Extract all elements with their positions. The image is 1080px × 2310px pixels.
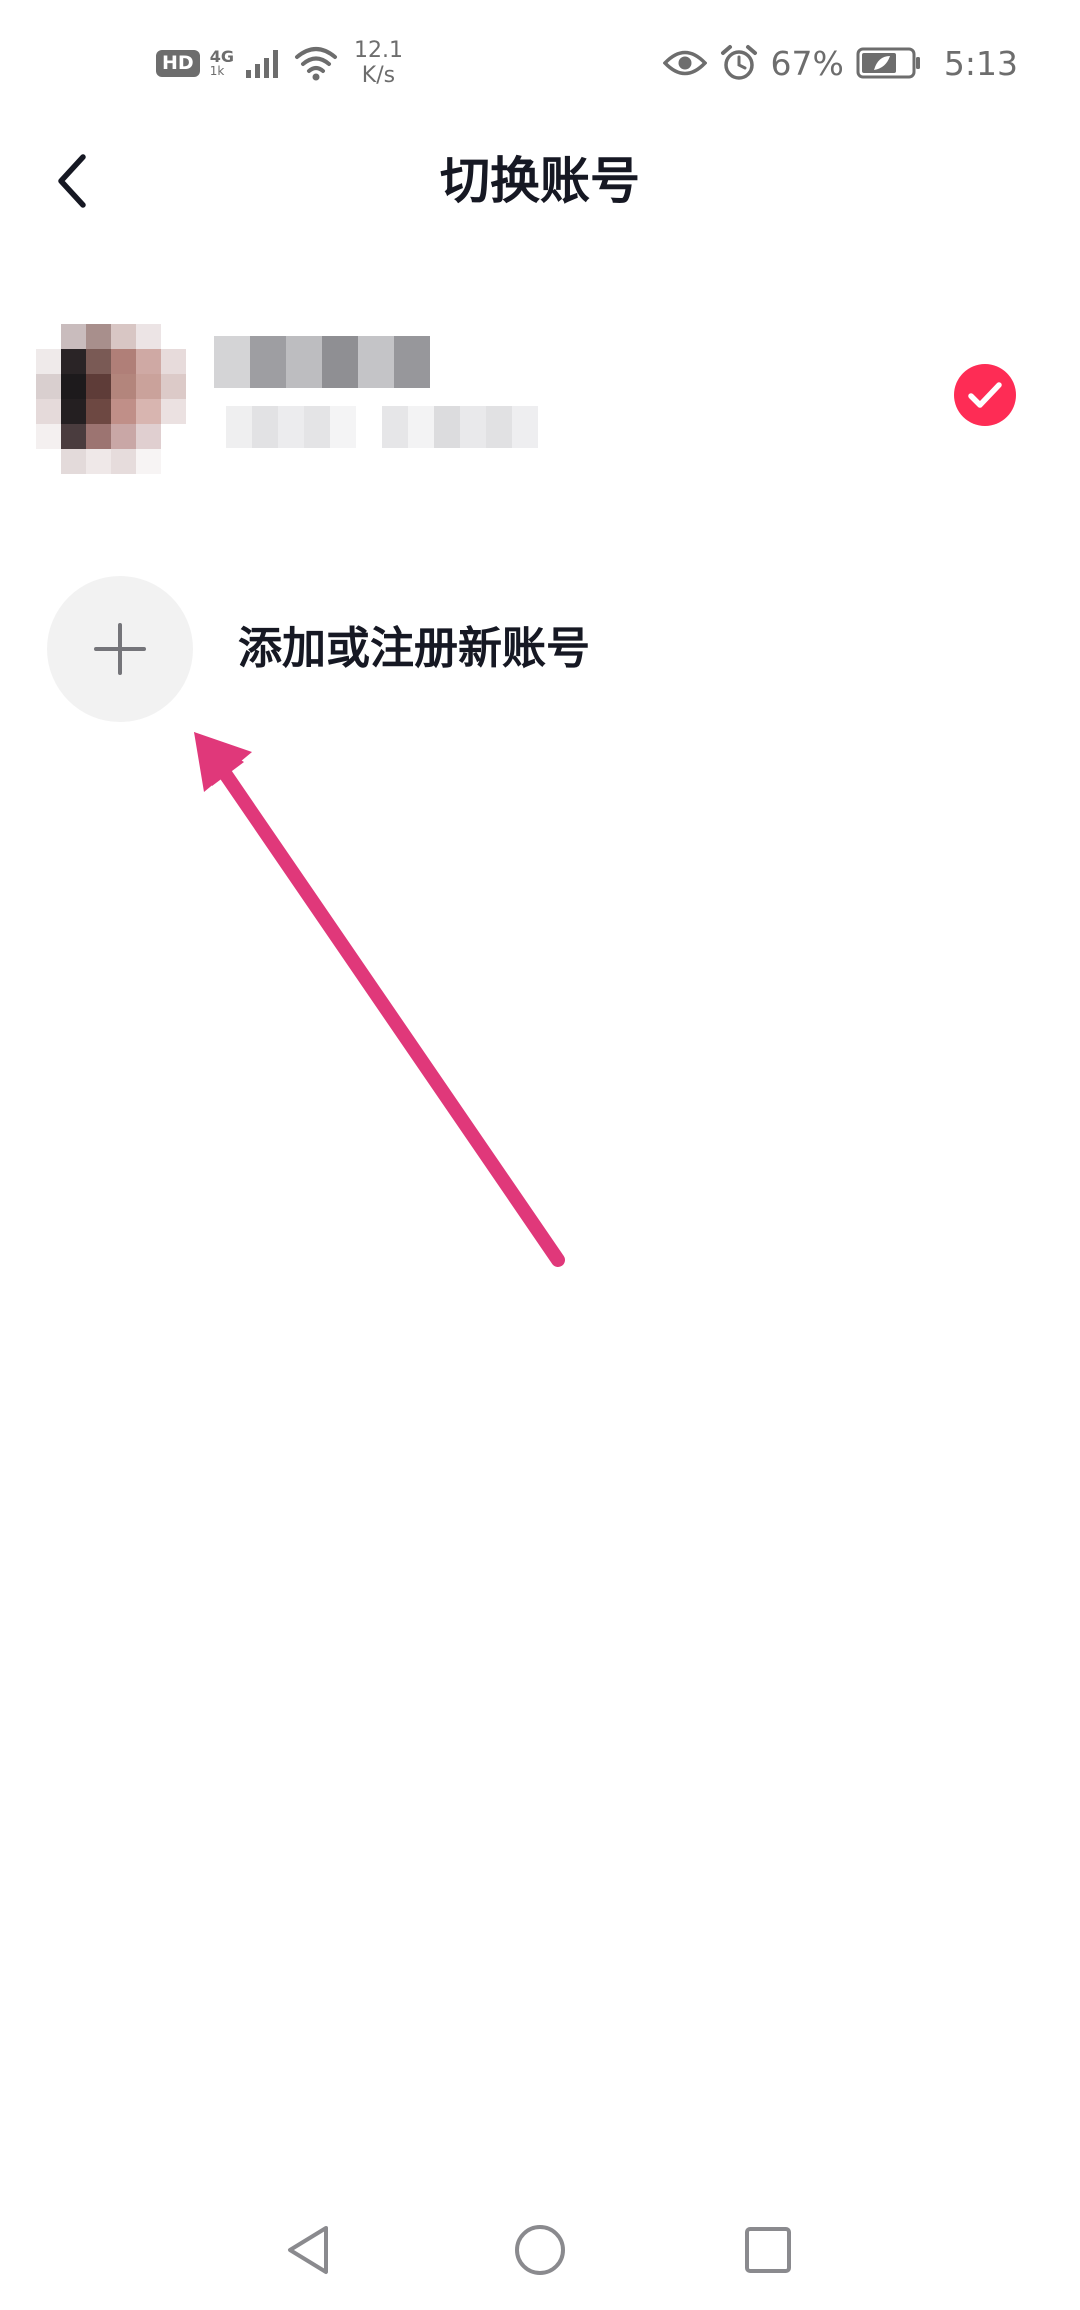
square-recent-icon	[745, 2227, 791, 2273]
network-sub-label: 1k	[209, 64, 225, 79]
add-account-label[interactable]: 添加或注册新账号	[238, 576, 590, 722]
alarm-icon	[720, 45, 757, 80]
navigation-bar	[0, 2190, 1080, 2310]
plus-icon	[94, 623, 146, 675]
speed-value: 12.1	[353, 37, 403, 63]
triangle-back-icon	[288, 2226, 328, 2274]
status-bar: HD 4G 1k 12.1 K/s 67% 5:13	[0, 0, 1080, 126]
network-type-label: 4G	[209, 46, 234, 66]
clock: 5:13	[943, 43, 1018, 83]
nav-home-button[interactable]	[500, 2210, 580, 2290]
check-icon	[968, 382, 1002, 408]
network-speed: 12.1 K/s	[354, 38, 403, 89]
wifi-icon	[294, 47, 337, 81]
speed-unit: K/s	[361, 63, 396, 88]
network-type: 4G 1k	[210, 48, 234, 79]
battery-percent: 67%	[770, 43, 844, 83]
add-account-button[interactable]	[47, 576, 193, 722]
current-account-row[interactable]	[0, 310, 1080, 480]
account-id-redacted	[226, 406, 538, 448]
page-title: 切换账号	[440, 152, 640, 210]
header: 切换账号	[0, 126, 1080, 236]
nav-recent-button[interactable]	[728, 2210, 808, 2290]
avatar	[36, 324, 186, 474]
battery-icon	[856, 47, 920, 79]
nav-back-button[interactable]	[268, 2210, 348, 2290]
add-account-row[interactable]: 添加或注册新账号	[0, 576, 1080, 724]
account-name-redacted	[214, 336, 430, 388]
signal-icon	[245, 50, 278, 78]
selected-check-badge	[954, 364, 1016, 426]
status-bar-left: HD 4G 1k 12.1 K/s	[156, 30, 403, 96]
status-bar-right: 67% 5:13	[662, 30, 1018, 96]
switch-account-screen: HD 4G 1k 12.1 K/s 67% 5:13 切换账号 添加或注册新账号	[0, 0, 1080, 2310]
eye-icon	[662, 50, 707, 76]
hd-badge: HD	[156, 49, 200, 77]
circle-home-icon	[515, 2225, 565, 2275]
